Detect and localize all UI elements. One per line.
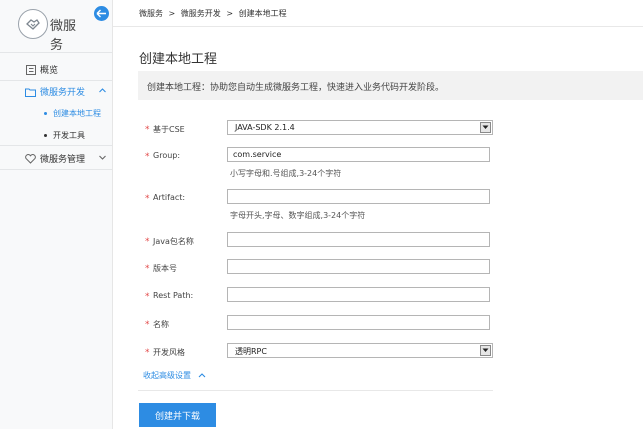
base-cse-select[interactable]: JAVA-SDK 2.1.4 <box>227 120 493 135</box>
select-value: 透明RPC <box>235 347 267 356</box>
breadcrumb-current: 创建本地工程 <box>238 9 287 18</box>
collapse-advanced-settings-link[interactable]: 收起高级设置 <box>143 370 206 381</box>
field-label: Rest Path: <box>153 291 194 300</box>
required-mark: * <box>145 264 150 274</box>
field-label: 开发风格 <box>153 348 185 357</box>
breadcrumb-separator: > <box>226 9 234 18</box>
sidebar-item-microservice-dev[interactable]: 微服务开发 <box>0 80 112 102</box>
field-hint: 字母开头,字母、数字组成,3-24个字符 <box>230 211 366 220</box>
bullet-icon <box>44 134 47 137</box>
heart-icon <box>25 153 36 164</box>
bullet-icon <box>44 112 47 115</box>
required-mark: * <box>145 194 150 204</box>
field-hint: 小写字母和.号组成,3-24个字符 <box>230 169 342 178</box>
required-mark: * <box>145 320 150 330</box>
field-label: Artifact: <box>153 193 186 202</box>
app-title: 微服务 <box>50 19 77 53</box>
divider <box>0 52 112 53</box>
sidebar-subitem-create-local-project[interactable]: 创建本地工程 <box>0 104 112 123</box>
dropdown-arrow-icon[interactable] <box>480 122 491 133</box>
list-icon <box>25 64 36 75</box>
java-package-input[interactable] <box>227 232 490 247</box>
sidebar-subitem-label: 创建本地工程 <box>53 109 101 118</box>
sidebar-item-label: 微服务管理 <box>40 155 86 165</box>
sidebar-item-microservice-mgmt[interactable]: 微服务管理 <box>0 147 112 169</box>
rest-path-input[interactable] <box>227 287 490 302</box>
required-mark: * <box>145 292 150 302</box>
sidebar-item-label: 概览 <box>40 66 59 76</box>
field-label: 名称 <box>153 320 169 329</box>
advanced-toggle-label: 收起高级设置 <box>143 371 191 380</box>
field-label: 版本号 <box>153 264 177 273</box>
name-input[interactable] <box>227 315 490 330</box>
page-title: 创建本地工程 <box>139 52 218 67</box>
breadcrumb-link-microservice-dev[interactable]: 微服务开发 <box>181 9 221 18</box>
info-banner: 创建本地工程：协助您自动生成微服务工程，快速进入业务代码开发阶段。 <box>138 71 643 100</box>
group-input[interactable] <box>227 147 490 162</box>
chevron-down-icon <box>99 155 106 160</box>
sidebar-subitem-dev-tools[interactable]: 开发工具 <box>0 126 112 145</box>
sidebar-subitem-label: 开发工具 <box>53 131 85 140</box>
divider <box>113 26 643 27</box>
handshake-logo-icon <box>18 9 48 39</box>
breadcrumb-separator: > <box>168 9 176 18</box>
field-label: 基于CSE <box>153 125 185 134</box>
sidebar-item-overview[interactable]: 概览 <box>0 58 112 80</box>
chevron-up-icon <box>99 88 106 93</box>
artifact-input[interactable] <box>227 189 490 204</box>
required-mark: * <box>145 152 150 162</box>
create-and-download-button[interactable]: 创建并下载 <box>139 403 216 427</box>
sidebar: 微服务 概览 微服务开发 创建本地工程 开发工具 微服务管理 <box>0 0 113 429</box>
divider <box>0 145 112 146</box>
arrow-left-icon <box>96 9 106 18</box>
field-label: Java包名称 <box>153 237 194 246</box>
main-content: 微服务 > 微服务开发 > 创建本地工程 创建本地工程 创建本地工程：协助您自动… <box>113 0 643 429</box>
breadcrumb-link-microservice[interactable]: 微服务 <box>139 9 163 18</box>
version-input[interactable] <box>227 259 490 274</box>
sidebar-item-label: 微服务开发 <box>40 88 86 98</box>
divider <box>138 390 493 391</box>
dev-style-select[interactable]: 透明RPC <box>227 343 493 358</box>
dropdown-arrow-icon[interactable] <box>480 345 491 356</box>
collapse-sidebar-button[interactable] <box>94 6 109 21</box>
divider <box>0 169 112 170</box>
chevron-up-icon <box>198 373 205 378</box>
required-mark: * <box>145 348 150 358</box>
select-value: JAVA-SDK 2.1.4 <box>235 123 295 132</box>
required-mark: * <box>145 237 150 247</box>
info-text: 创建本地工程：协助您自动生成微服务工程，快速进入业务代码开发阶段。 <box>147 83 445 93</box>
app-logo: 微服务 <box>18 7 83 53</box>
breadcrumb: 微服务 > 微服务开发 > 创建本地工程 <box>139 8 290 19</box>
folder-icon <box>25 86 36 97</box>
required-mark: * <box>145 125 150 135</box>
field-label: Group: <box>153 151 181 160</box>
